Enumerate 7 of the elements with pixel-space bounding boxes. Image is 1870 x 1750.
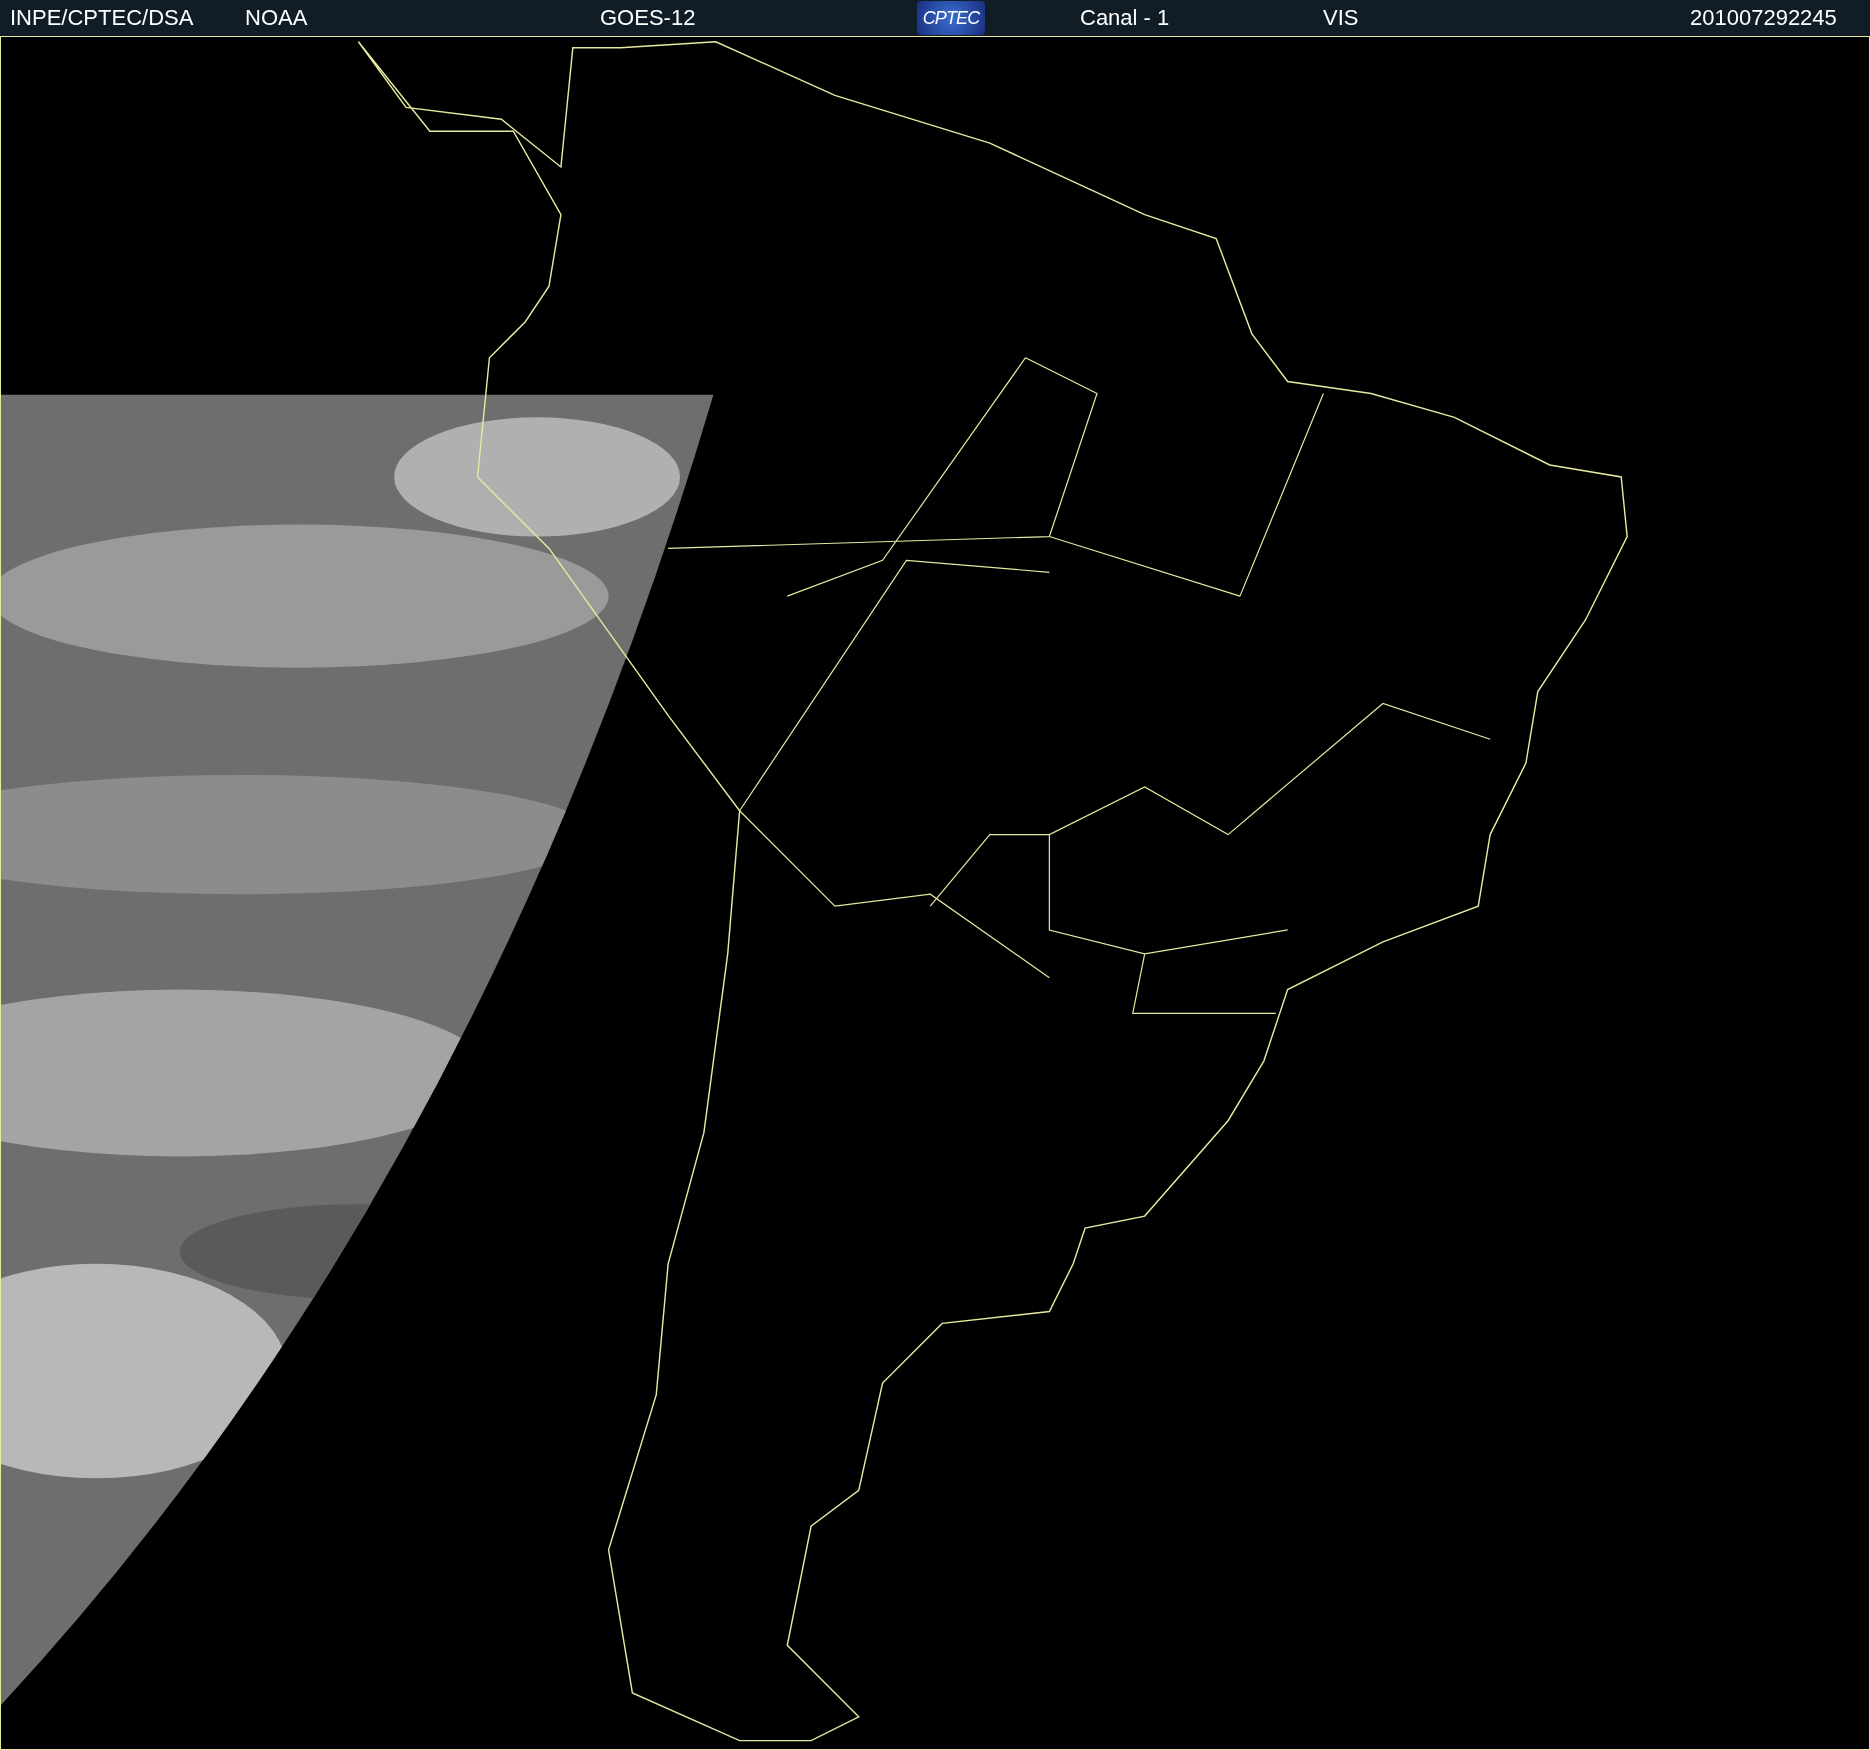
source-label: INPE/CPTEC/DSA: [10, 5, 194, 30]
band-label: VIS: [1323, 5, 1359, 30]
agency-label: NOAA: [245, 5, 308, 30]
timestamp-label: 201007292245: [1690, 5, 1837, 30]
satellite-label: GOES-12: [600, 5, 696, 30]
logo: CPTEC: [917, 1, 985, 35]
channel-label: Canal - 1: [1080, 5, 1170, 30]
